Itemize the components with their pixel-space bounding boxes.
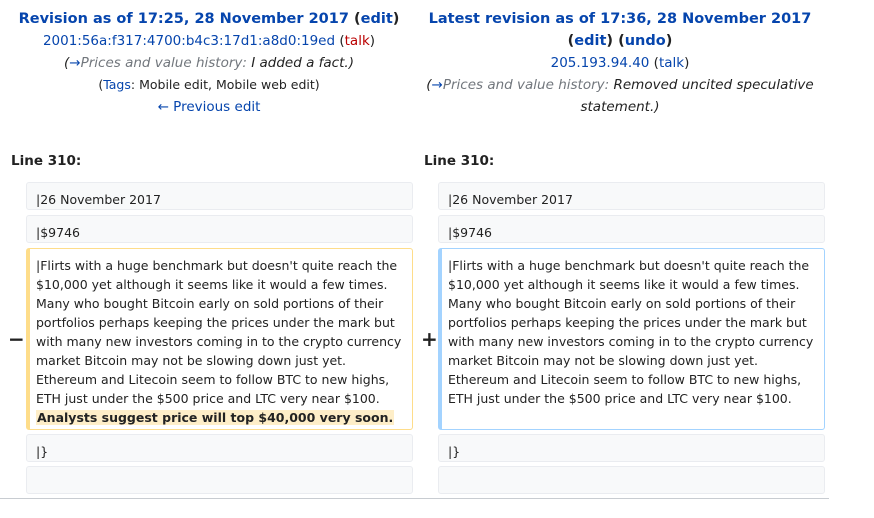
removed-line-text: |Flirts with a huge benchmark but doesn'… [36,258,402,406]
old-summary-text: I added a fact.) [246,55,354,71]
old-revision-link[interactable]: Revision as of 17:25, 28 November 2017 [19,11,349,27]
section-arrow-link-new[interactable]: → [432,77,443,93]
new-edit-summary-cont: statement.) [414,96,826,118]
new-summary-text: Removed uncited speculative [609,77,814,93]
previous-edit-row: ← Previous edit [0,96,418,118]
context-line-date-left: |26 November 2017 [26,182,413,210]
new-summary-section: Prices and value history: [442,77,610,93]
removed-line-marker: − [8,327,25,351]
new-revision-header: Latest revision as of 17:36, 28 November… [414,8,826,118]
old-user-line: 2001:56a:f317:4700:b4c3:17d1:a8d0:19ed (… [42,33,376,49]
new-revision-title: Latest revision as of 17:36, 28 November… [414,8,826,30]
context-line-price-left: |$9746 [26,215,413,243]
tags-link[interactable]: Tags [103,77,131,92]
new-talk-link[interactable]: talk [659,55,684,71]
removed-inline-text: Analysts suggest price will top $40,000 … [36,410,395,425]
removed-line: |Flirts with a huge benchmark but doesn'… [26,248,413,430]
context-line-price-right: |$9746 [438,215,825,243]
old-edit-link[interactable]: edit [361,11,393,27]
context-line-close-left: |} [26,434,413,462]
left-line-number: Line 310: [11,153,82,169]
added-line: |Flirts with a huge benchmark but doesn'… [438,248,825,430]
old-talk-link[interactable]: talk [345,33,370,49]
context-line-date-right: |26 November 2017 [438,182,825,210]
new-summary-text-2: statement.) [580,99,660,115]
new-revision-link[interactable]: Latest revision as of 17:36, 28 November… [429,11,812,27]
old-revision-title: Revision as of 17:25, 28 November 2017 (… [18,11,400,27]
divider [0,498,829,499]
new-user-line: 205.193.94.40 (talk) [550,55,690,71]
right-line-number: Line 310: [424,153,495,169]
added-line-marker: + [421,327,438,351]
tags-value: : Mobile edit, Mobile web edit) [130,77,320,92]
old-tags: (Tags: Mobile edit, Mobile web edit) [98,77,320,92]
previous-edit-link[interactable]: ← Previous edit [158,99,261,115]
old-user-link[interactable]: 2001:56a:f317:4700:b4c3:17d1:a8d0:19ed [43,33,335,49]
new-edit-link[interactable]: edit [574,33,606,49]
context-line-close-right: |} [438,434,825,462]
new-edit-summary: (→Prices and value history: Removed unci… [426,77,814,93]
empty-line-left [26,466,413,494]
empty-line-right [438,466,825,494]
old-revision-header: Revision as of 17:25, 28 November 2017 (… [0,8,418,118]
added-line-text: |Flirts with a huge benchmark but doesn'… [448,258,814,406]
old-edit-summary: (→Prices and value history: I added a fa… [64,55,354,71]
new-user-link[interactable]: 205.193.94.40 [551,55,650,71]
old-summary-section: Prices and value history: [80,55,247,71]
new-revision-actions: (edit) (undo) [567,33,673,49]
undo-link[interactable]: undo [625,33,666,49]
section-arrow-link[interactable]: → [69,55,80,71]
